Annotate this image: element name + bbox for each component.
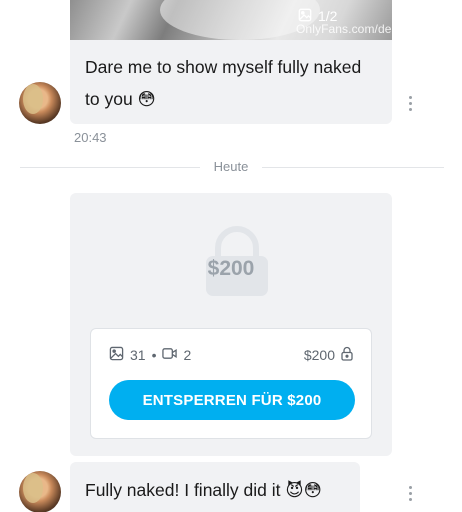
divider (20, 167, 200, 168)
message-bubble[interactable]: Fully naked! I finally did it 😈😳 (70, 462, 360, 512)
avatar[interactable] (19, 471, 61, 512)
photo-count: 31 (130, 347, 146, 363)
message-photo[interactable]: 1/2 OnlyFans.com/deborah_tmz (70, 0, 392, 40)
post-price-text: $200 (303, 347, 335, 363)
lock-small-icon (341, 346, 353, 364)
lock-price: $200 (207, 257, 255, 280)
separator: • (151, 347, 157, 363)
video-count: 2 (183, 347, 192, 363)
image-icon (109, 346, 124, 364)
media-counts: 31 • 2 (109, 346, 191, 364)
date-divider-label: Heute (213, 159, 249, 174)
message-bubble[interactable]: Dare me to show myself fully naked to yo… (70, 40, 392, 124)
message-timestamp: 20:43 (74, 130, 107, 145)
unlock-button[interactable]: ENTSPERREN FÜR $200 (109, 380, 355, 420)
message-text: Dare me to show myself fully naked to yo… (85, 57, 362, 109)
unlock-panel: 31 • 2 $200 ENTSPERREN FÜR $200 (90, 328, 372, 439)
avatar[interactable] (19, 82, 61, 124)
post-price: $200 (304, 346, 353, 364)
message-text: Fully naked! I finally did it 😈😳 (85, 480, 322, 500)
divider (262, 167, 444, 168)
more-options-icon[interactable] (407, 96, 413, 111)
more-options-icon[interactable] (407, 486, 413, 501)
locked-media-card: $200 31 • 2 $200 ENTSPERREN FÜR $200 (70, 193, 392, 456)
watermark: OnlyFans.com/deborah_tmz (296, 22, 392, 36)
video-icon (162, 346, 178, 364)
